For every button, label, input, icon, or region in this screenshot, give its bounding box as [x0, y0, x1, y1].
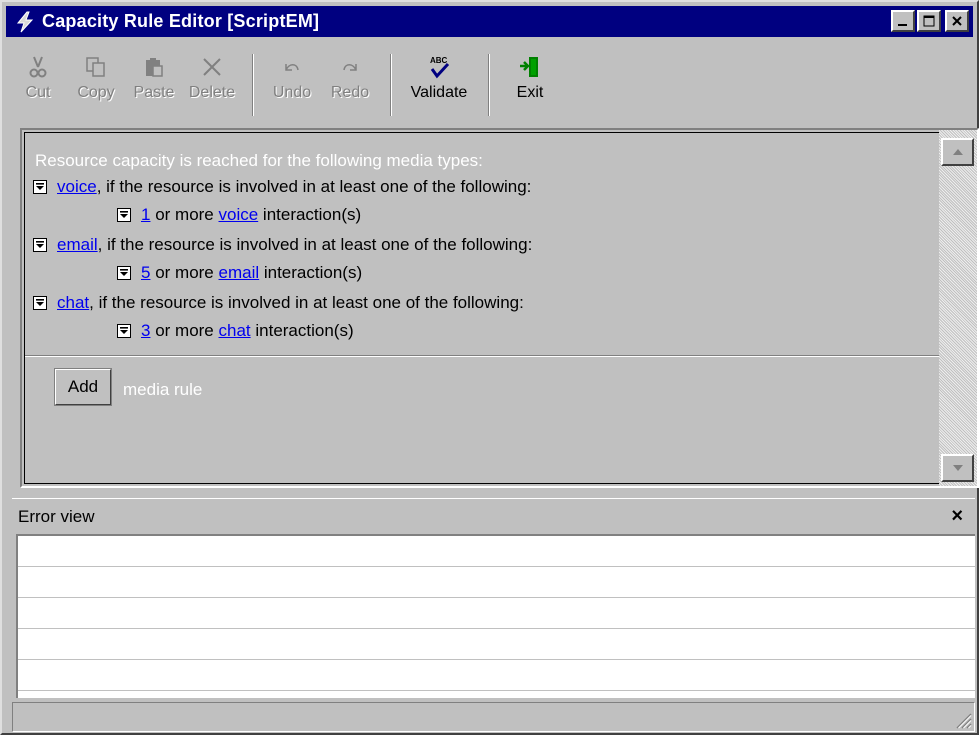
minimize-icon [898, 24, 907, 26]
rules-divider [25, 355, 939, 357]
interaction-suffix: interaction(s) [259, 263, 363, 282]
app-lightning-icon [12, 9, 38, 35]
paste-label: Paste [133, 84, 175, 101]
rule-threshold-line: 3 or more chat interaction(s) [117, 321, 354, 341]
title-bar: Capacity Rule Editor [ScriptEM] [6, 6, 973, 37]
media-type-link[interactable]: email [219, 263, 260, 283]
toolbar-separator [252, 54, 254, 116]
rule-threshold-line: 1 or more voice interaction(s) [117, 205, 361, 225]
paste-button[interactable]: Paste [126, 42, 182, 118]
arrow-up-icon [952, 149, 963, 155]
media-type-link[interactable]: chat [57, 293, 89, 313]
collapse-toggle-icon[interactable] [117, 208, 131, 222]
error-list[interactable] [16, 534, 975, 698]
status-bar [12, 702, 975, 732]
count-link[interactable]: 3 [141, 321, 150, 341]
collapse-toggle-icon[interactable] [117, 266, 131, 280]
media-type-link[interactable]: voice [219, 205, 259, 225]
validate-button[interactable]: ABC Validate [402, 42, 476, 118]
scroll-down-button[interactable] [941, 454, 974, 482]
minimize-button[interactable] [891, 10, 915, 32]
collapse-toggle-icon[interactable] [117, 324, 131, 338]
rule-media-line: email , if the resource is involved in a… [33, 235, 532, 255]
capacity-rule-editor-window: Capacity Rule Editor [ScriptEM] Cut Copy [0, 0, 979, 735]
exit-label: Exit [516, 84, 544, 101]
delete-button[interactable]: Delete [184, 42, 240, 118]
window-title: Capacity Rule Editor [ScriptEM] [42, 11, 320, 31]
scissors-icon [25, 54, 51, 80]
undo-label: Undo [272, 84, 312, 101]
rule-editor-content: Resource capacity is reached for the fol… [24, 132, 939, 484]
error-row [18, 629, 975, 660]
close-icon [952, 16, 962, 26]
rule-condition-text: , if the resource is involved in at leas… [97, 235, 533, 254]
rule-condition-text: , if the resource is involved in at leas… [96, 177, 532, 196]
maximize-icon [923, 15, 935, 27]
maximize-button[interactable] [917, 10, 941, 32]
toolbar-separator [488, 54, 490, 116]
media-type-link[interactable]: voice [57, 177, 97, 197]
spellcheck-icon: ABC [426, 54, 452, 80]
exit-door-icon [517, 54, 543, 80]
rule-condition-text: , if the resource is involved in at leas… [89, 293, 524, 312]
error-view-header: Error view × [12, 498, 975, 534]
media-type-link[interactable]: chat [219, 321, 251, 341]
error-view-close-button[interactable]: × [951, 505, 963, 528]
undo-icon [279, 54, 305, 80]
cut-label: Cut [25, 84, 51, 101]
delete-label: Delete [188, 84, 236, 101]
undo-button[interactable]: Undo [264, 42, 320, 118]
paste-clipboard-icon [141, 54, 167, 80]
error-row [18, 598, 975, 629]
collapse-toggle-icon[interactable] [33, 180, 47, 194]
vertical-scrollbar[interactable] [939, 130, 977, 486]
copy-icon [83, 54, 109, 80]
add-media-rule-button[interactable]: Add [54, 368, 112, 406]
error-row [18, 567, 975, 598]
collapse-toggle-icon[interactable] [33, 238, 47, 252]
error-row [18, 660, 975, 691]
count-link[interactable]: 1 [141, 205, 150, 225]
interaction-suffix: interaction(s) [258, 205, 362, 224]
or-more-text: or more [150, 321, 219, 340]
or-more-text: or more [150, 263, 219, 282]
rule-media-line: voice , if the resource is involved in a… [33, 177, 531, 197]
validate-label: Validate [410, 84, 468, 101]
add-media-rule-label: media rule [123, 380, 203, 399]
redo-label: Redo [330, 84, 370, 101]
exit-button[interactable]: Exit [500, 42, 560, 118]
or-more-text: or more [150, 205, 219, 224]
scroll-up-button[interactable] [941, 138, 974, 166]
redo-icon [337, 54, 363, 80]
error-view-panel: Error view × [12, 498, 975, 700]
collapse-toggle-icon[interactable] [33, 296, 47, 310]
copy-label: Copy [77, 84, 115, 101]
rule-media-line: chat , if the resource is involved in at… [33, 293, 524, 313]
media-type-link[interactable]: email [57, 235, 98, 255]
interaction-suffix: interaction(s) [250, 321, 354, 340]
copy-button[interactable]: Copy [68, 42, 124, 118]
delete-x-icon [199, 54, 225, 80]
intro-text: Resource capacity is reached for the fol… [35, 151, 483, 170]
rule-threshold-line: 5 or more email interaction(s) [117, 263, 362, 283]
cut-button[interactable]: Cut [10, 42, 66, 118]
toolbar-separator [390, 54, 392, 116]
error-view-title: Error view [18, 506, 95, 526]
rule-editor-pane[interactable]: Resource capacity is reached for the fol… [20, 128, 979, 488]
svg-text:ABC: ABC [430, 56, 448, 65]
count-link[interactable]: 5 [141, 263, 150, 283]
redo-button[interactable]: Redo [322, 42, 378, 118]
resize-grip-icon[interactable] [954, 711, 972, 729]
close-button[interactable] [945, 10, 969, 32]
toolbar: Cut Copy Paste Delete Undo Redo ABC Vali… [10, 42, 970, 120]
error-row [18, 536, 975, 567]
arrow-down-icon [952, 465, 963, 471]
